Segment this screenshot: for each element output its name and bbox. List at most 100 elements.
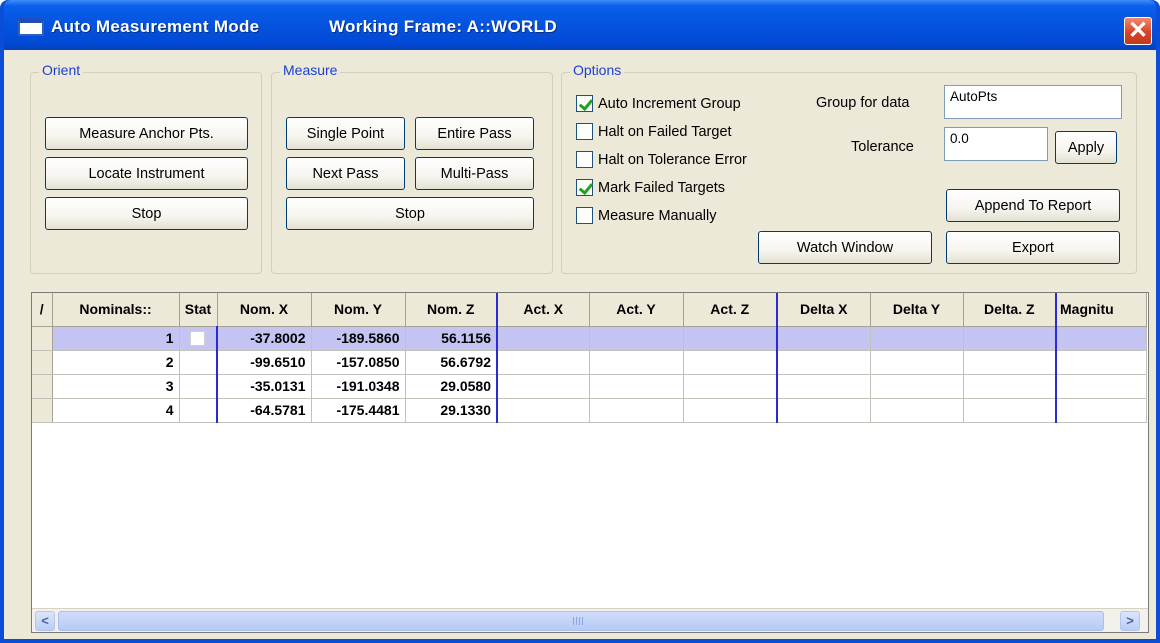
column-header-delta-y[interactable]: Delta Y — [870, 293, 964, 327]
delta-z-cell[interactable] — [963, 398, 1057, 423]
act-z-cell[interactable] — [683, 374, 778, 399]
select-all-header[interactable]: / — [32, 293, 53, 327]
column-header-nom-z[interactable]: Nom. Z — [405, 293, 498, 327]
single-point-button[interactable]: Single Point — [286, 117, 405, 150]
stat-cell[interactable] — [179, 326, 218, 351]
checkbox-unchecked-icon[interactable] — [576, 207, 593, 224]
row-selector[interactable] — [32, 350, 53, 375]
delta-x-cell[interactable] — [777, 326, 871, 351]
column-header-nom-y[interactable]: Nom. Y — [311, 293, 406, 327]
checkbox-unchecked-icon[interactable] — [576, 123, 593, 140]
nom-z-cell[interactable]: 56.6792 — [405, 350, 498, 375]
stat-cell[interactable] — [179, 350, 218, 375]
mark-failed-targets-checkbox[interactable]: Mark Failed Targets — [576, 179, 725, 196]
nom-z-cell[interactable]: 29.1330 — [405, 398, 498, 423]
column-header-nominals[interactable]: Nominals:: — [52, 293, 180, 327]
horizontal-scrollbar[interactable]: < > — [32, 608, 1148, 632]
nom-z-cell[interactable]: 56.1156 — [405, 326, 498, 351]
act-x-cell[interactable] — [497, 326, 590, 351]
act-y-cell[interactable] — [589, 374, 684, 399]
stat-cell[interactable] — [179, 374, 218, 399]
scrollbar-thumb[interactable] — [58, 611, 1104, 631]
table-row[interactable]: 4 -64.5781 -175.4481 29.1330 — [32, 398, 1147, 423]
delta-z-cell[interactable] — [963, 374, 1057, 399]
act-z-cell[interactable] — [683, 326, 778, 351]
column-header-act-z[interactable]: Act. Z — [683, 293, 778, 327]
watch-window-button[interactable]: Watch Window — [758, 231, 932, 264]
table-row[interactable]: 3 -35.0131 -191.0348 29.0580 — [32, 374, 1147, 399]
scroll-right-icon[interactable]: > — [1120, 611, 1140, 631]
row-selector[interactable] — [32, 326, 53, 351]
nominal-name-cell[interactable]: 1 — [52, 326, 180, 351]
act-x-cell[interactable] — [497, 374, 590, 399]
delta-z-cell[interactable] — [963, 350, 1057, 375]
stat-cell[interactable] — [179, 398, 218, 423]
checkbox-unchecked-icon[interactable] — [576, 151, 593, 168]
act-x-cell[interactable] — [497, 350, 590, 375]
act-y-cell[interactable] — [589, 398, 684, 423]
next-pass-button[interactable]: Next Pass — [286, 157, 405, 190]
magnitude-cell[interactable] — [1056, 326, 1147, 351]
delta-x-cell[interactable] — [777, 398, 871, 423]
halt-on-tolerance-error-checkbox[interactable]: Halt on Tolerance Error — [576, 151, 747, 168]
nom-x-cell[interactable]: -35.0131 — [216, 374, 312, 399]
delta-x-cell[interactable] — [777, 374, 871, 399]
title-bar[interactable]: Auto Measurement Mode Working Frame: A::… — [4, 0, 1156, 50]
act-y-cell[interactable] — [589, 326, 684, 351]
row-selector[interactable] — [32, 374, 53, 399]
measure-stop-button[interactable]: Stop — [286, 197, 534, 230]
halt-on-failed-target-checkbox[interactable]: Halt on Failed Target — [576, 123, 732, 140]
column-header-act-x[interactable]: Act. X — [497, 293, 590, 327]
act-x-cell[interactable] — [497, 398, 590, 423]
measure-anchor-pts-button[interactable]: Measure Anchor Pts. — [45, 117, 248, 150]
append-to-report-button[interactable]: Append To Report — [946, 189, 1120, 222]
entire-pass-button[interactable]: Entire Pass — [415, 117, 534, 150]
multi-pass-button[interactable]: Multi-Pass — [415, 157, 534, 190]
checkbox-checked-icon[interactable] — [576, 95, 593, 112]
column-header-act-y[interactable]: Act. Y — [589, 293, 684, 327]
column-header-delta-x[interactable]: Delta X — [777, 293, 871, 327]
act-y-cell[interactable] — [589, 350, 684, 375]
close-icon[interactable]: ✕ — [1124, 17, 1152, 45]
orient-stop-button[interactable]: Stop — [45, 197, 248, 230]
delta-y-cell[interactable] — [870, 398, 964, 423]
magnitude-cell[interactable] — [1056, 398, 1147, 423]
delta-y-cell[interactable] — [870, 326, 964, 351]
group-for-data-input[interactable]: AutoPts — [944, 85, 1122, 119]
nominal-name-cell[interactable]: 4 — [52, 398, 180, 423]
table-row[interactable]: 2 -99.6510 -157.0850 56.6792 — [32, 350, 1147, 375]
column-header-stat[interactable]: Stat — [179, 293, 218, 327]
nom-x-cell[interactable]: -99.6510 — [216, 350, 312, 375]
delta-x-cell[interactable] — [777, 350, 871, 375]
act-z-cell[interactable] — [683, 398, 778, 423]
column-header-delta-z[interactable]: Delta. Z — [963, 293, 1057, 327]
nominal-name-cell[interactable]: 2 — [52, 350, 180, 375]
column-header-magnitude[interactable]: Magnitu — [1056, 293, 1147, 327]
column-header-nom-x[interactable]: Nom. X — [217, 293, 312, 327]
nom-x-cell[interactable]: -37.8002 — [216, 326, 312, 351]
act-z-cell[interactable] — [683, 350, 778, 375]
nominals-grid[interactable]: / Nominals:: Stat Nom. X Nom. Y Nom. Z A… — [31, 292, 1149, 633]
locate-instrument-button[interactable]: Locate Instrument — [45, 157, 248, 190]
row-selector[interactable] — [32, 398, 53, 423]
measure-manually-checkbox[interactable]: Measure Manually — [576, 207, 716, 224]
tolerance-input[interactable]: 0.0 — [944, 127, 1048, 161]
checkbox-checked-icon[interactable] — [576, 179, 593, 196]
export-button[interactable]: Export — [946, 231, 1120, 264]
nom-y-cell[interactable]: -175.4481 — [311, 398, 406, 423]
nom-y-cell[interactable]: -157.0850 — [311, 350, 406, 375]
delta-y-cell[interactable] — [870, 374, 964, 399]
delta-z-cell[interactable] — [963, 326, 1057, 351]
nominal-name-cell[interactable]: 3 — [52, 374, 180, 399]
delta-y-cell[interactable] — [870, 350, 964, 375]
magnitude-cell[interactable] — [1056, 350, 1147, 375]
nom-y-cell[interactable]: -191.0348 — [311, 374, 406, 399]
scroll-left-icon[interactable]: < — [35, 611, 55, 631]
apply-button[interactable]: Apply — [1055, 131, 1117, 164]
table-row[interactable]: 1 -37.8002 -189.5860 56.1156 — [32, 326, 1147, 351]
magnitude-cell[interactable] — [1056, 374, 1147, 399]
nom-z-cell[interactable]: 29.0580 — [405, 374, 498, 399]
nom-y-cell[interactable]: -189.5860 — [311, 326, 406, 351]
auto-increment-group-checkbox[interactable]: Auto Increment Group — [576, 95, 741, 112]
nom-x-cell[interactable]: -64.5781 — [216, 398, 312, 423]
